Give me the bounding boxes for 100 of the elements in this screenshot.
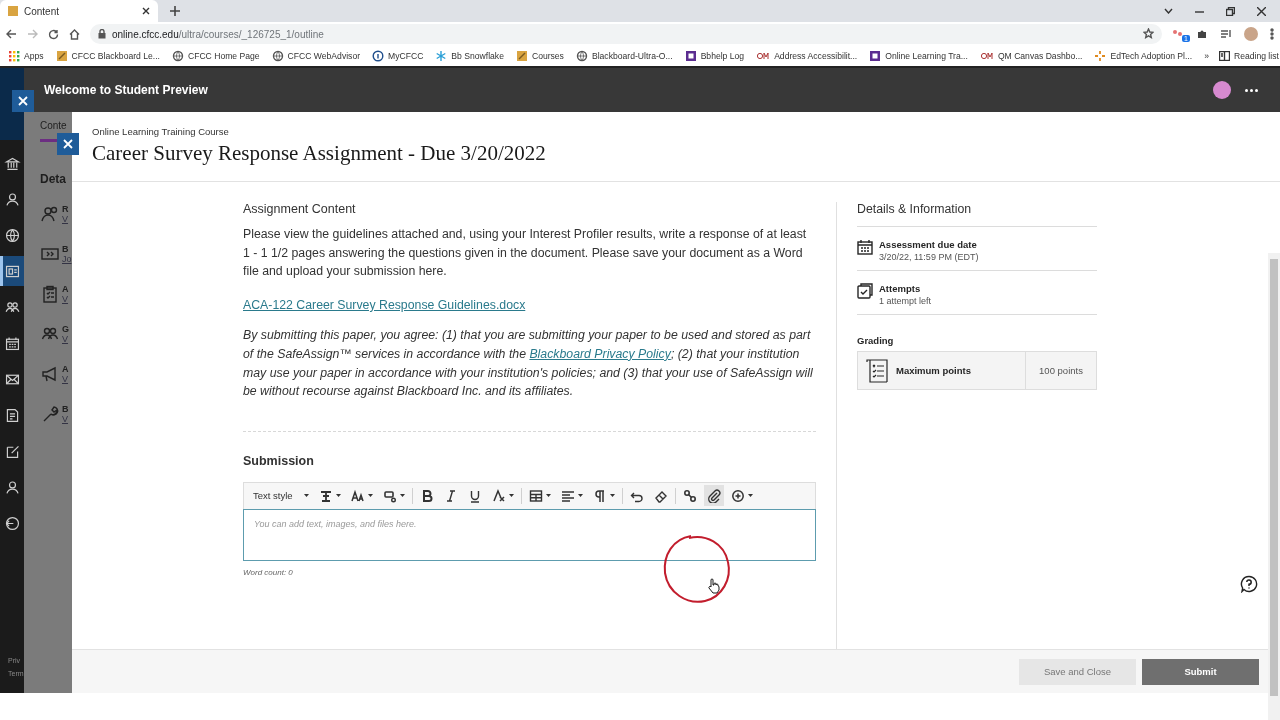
item-title: R [62,204,69,214]
attachment-link[interactable]: ACA-122 Career Survey Response Guidelines.docx [243,298,526,313]
section-heading: Details & Information [857,202,1097,227]
paint-bucket-icon [382,488,397,503]
bookmark[interactable]: MyCFCC [372,50,424,62]
bookmark[interactable]: Bb Snowflake [435,50,504,62]
close-icon [18,96,28,106]
caret-icon [335,493,341,498]
qm-logo-icon [979,50,994,62]
bookmark[interactable]: CFCC WebAdvisor [271,50,361,62]
reload-icon[interactable] [48,28,59,40]
bookmark[interactable]: CFCC Blackboard Le... [55,50,160,62]
detail-value: 3/20/22, 11:59 PM (EDT) [879,252,979,262]
page-icon [55,50,68,62]
bookmark[interactable]: CFCC Home Page [171,50,260,62]
toolbar-button[interactable] [703,485,724,507]
new-tab-icon[interactable] [170,6,180,16]
item-title: A [62,364,69,374]
clipboard-icon [40,284,60,304]
caret-icon [577,493,583,498]
table-icon [528,488,543,503]
nav-item[interactable] [0,256,24,286]
bookmark[interactable]: QM Canvas Dashbo... [979,50,1083,62]
square-icon [869,50,882,62]
section-heading: Deta [40,172,67,186]
globe-icon [171,50,184,62]
bookmark[interactable]: Apps [8,50,44,62]
spark-icon [1094,50,1107,62]
avatar[interactable] [1213,81,1231,99]
more-bookmarks-button[interactable]: » [1204,51,1209,61]
favicon-icon [8,6,18,16]
people-icon [40,204,60,224]
hand-cursor-icon [708,578,720,594]
bookmark[interactable]: Online Learning Tra... [869,50,968,62]
rubric-icon [866,357,890,384]
caret-icon [367,493,373,498]
text-style-dropdown[interactable]: Text style [250,485,312,507]
privacy-policy-link[interactable]: Blackboard Privacy Policy [529,346,671,361]
menu-icon[interactable] [1270,28,1274,40]
back-icon[interactable] [6,29,17,39]
sign-out-icon [3,514,21,532]
caret-icon [508,493,514,498]
checkbox-icon [857,283,873,299]
globe-icon [575,50,588,62]
home-icon[interactable] [69,28,80,40]
lock-icon [98,29,106,39]
assignment-title: Career Survey Response Assignment - Due 3/20/2022 [92,141,547,166]
bookmark[interactable]: Bbhelp Log [684,50,745,62]
close-button[interactable] [12,90,34,112]
detail-value: 1 attempt left [879,296,932,306]
paperclip-icon [706,488,721,503]
instructions-text: Please view the guidelines attached and, using your Interest Profiler results, write a response of at least 1 - 1 1/2 pages answering the questions given in the document. Please save your document as a Word file and upload your submission here. [243,226,808,281]
qm-logo-icon [756,50,771,62]
points-value: 100 points [1039,365,1083,376]
detail-label: Assessment due date [879,239,978,250]
agreement-text: By submitting this paper, you agree: (1) that you are submitting your paper to be used and stored as part of the SafeAssign™ services in accordance with the Blackboard Privacy Policy; (2) that your institution may use your paper in accordance with your institution's policies; and (3) that your use of SafeAssign will be without recourse against Blackboard Inc. and its affiliates. [243,327,814,401]
caret-icon [747,493,753,498]
address-bar[interactable]: online.cfcc.edu/ultra/courses/_126725_1/outline [90,24,1162,44]
restore-icon[interactable] [1226,6,1235,16]
media-queue-icon[interactable] [1220,28,1232,40]
link-icon [682,488,697,503]
text-format-icon [318,488,333,503]
caret-icon [303,493,309,498]
submit-button[interactable]: Submit [1142,658,1259,685]
star-icon[interactable] [1143,27,1154,39]
item-title: B [62,244,70,254]
item-title: A [62,284,69,294]
section-heading: Grading [857,335,895,346]
more-icon[interactable] [1245,88,1258,92]
scrollbar[interactable] [1268,253,1280,720]
bookmark[interactable]: Blackboard-Ultra-O... [575,50,673,62]
section-heading: Submission [243,453,315,468]
grading-label: Maximum points [896,365,971,376]
help-icon[interactable] [1240,575,1258,593]
word-count: Word count: 0 [243,567,293,577]
info-icon [372,50,385,62]
font-size-icon [350,488,365,503]
add-icon [730,488,745,503]
chevron-down-icon[interactable] [1164,8,1173,14]
reading-list-icon [1218,51,1230,61]
item-title: B [62,404,69,414]
caret-icon [609,493,615,498]
snowflake-icon [435,50,448,62]
close-icon[interactable] [142,7,150,15]
detail-label: Attempts [879,283,922,294]
section-heading: Assignment Content [243,202,357,216]
close-icon [63,139,73,149]
reading-list-button[interactable]: Reading list [1218,51,1279,61]
bookmark[interactable]: Courses [515,50,564,62]
globe-icon [271,50,284,62]
editor-field[interactable]: You can add text, images, and files here. [243,508,816,561]
save-button[interactable]: Save and Close [1019,658,1136,685]
bookmark[interactable]: EdTech Adoption Pl... [1094,50,1193,62]
bookmark[interactable]: Address Accessibilit... [756,50,858,62]
globe-icon [3,226,21,244]
apps-icon [8,50,20,62]
close-button[interactable] [57,133,79,155]
clear-format-icon [491,488,506,503]
close-icon[interactable] [1257,6,1266,16]
browser-tab[interactable]: Content [0,0,158,22]
